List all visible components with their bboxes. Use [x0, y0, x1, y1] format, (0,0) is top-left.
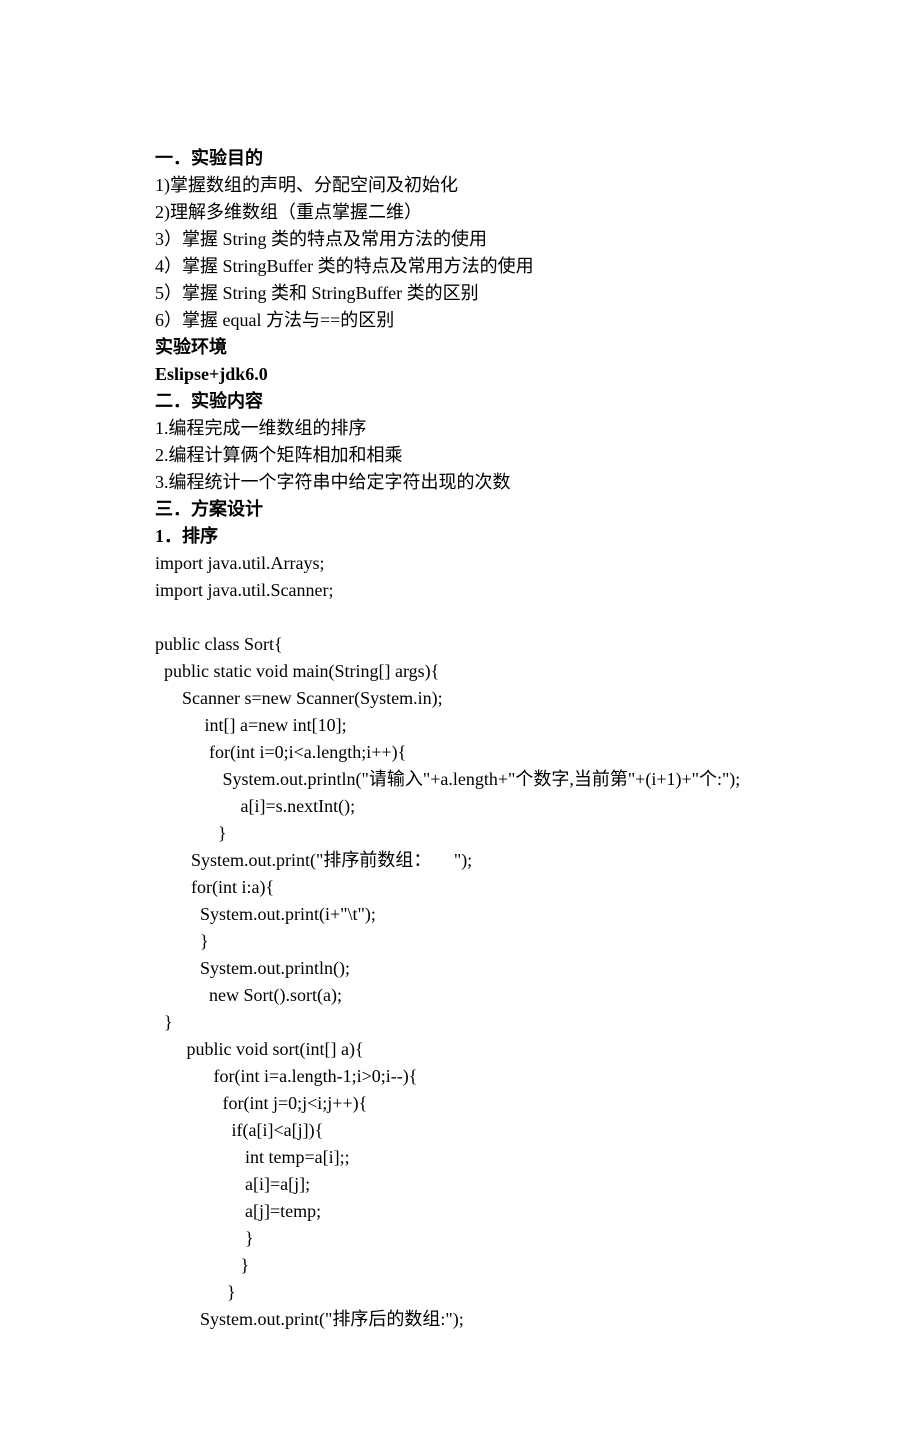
- text-line: System.out.print("排序后的数组:");: [155, 1306, 765, 1333]
- text-line: a[i]=a[j];: [155, 1171, 765, 1198]
- text-line: }: [155, 820, 765, 847]
- text-line: import java.util.Scanner;: [155, 577, 765, 604]
- text-line: }: [155, 1009, 765, 1036]
- text-line: 三．方案设计: [155, 496, 765, 523]
- text-line: a[i]=s.nextInt();: [155, 793, 765, 820]
- text-line: System.out.print("排序前数组： ");: [155, 847, 765, 874]
- text-line: if(a[i]<a[j]){: [155, 1117, 765, 1144]
- text-line: System.out.println("请输入"+a.length+"个数字,当…: [155, 766, 765, 793]
- text-line: 5）掌握 String 类和 StringBuffer 类的区别: [155, 280, 765, 307]
- text-line: 6）掌握 equal 方法与==的区别: [155, 307, 765, 334]
- text-line: System.out.println();: [155, 955, 765, 982]
- text-line: 3.编程统计一个字符串中给定字符出现的次数: [155, 469, 765, 496]
- text-line: public class Sort{: [155, 631, 765, 658]
- text-line: System.out.print(i+"\t");: [155, 901, 765, 928]
- text-line: for(int i=a.length-1;i>0;i--){: [155, 1063, 765, 1090]
- text-line: int[] a=new int[10];: [155, 712, 765, 739]
- text-line: for(int i:a){: [155, 874, 765, 901]
- text-line: for(int j=0;j<i;j++){: [155, 1090, 765, 1117]
- text-line: }: [155, 1225, 765, 1252]
- text-line: public void sort(int[] a){: [155, 1036, 765, 1063]
- text-line: import java.util.Arrays;: [155, 550, 765, 577]
- text-line: 1)掌握数组的声明、分配空间及初始化: [155, 172, 765, 199]
- text-line: 实验环境: [155, 334, 765, 361]
- text-line: }: [155, 928, 765, 955]
- text-line: 4）掌握 StringBuffer 类的特点及常用方法的使用: [155, 253, 765, 280]
- text-line: 2.编程计算俩个矩阵相加和相乘: [155, 442, 765, 469]
- text-line: Eslipse+jdk6.0: [155, 361, 765, 388]
- text-line: }: [155, 1252, 765, 1279]
- text-line: 二．实验内容: [155, 388, 765, 415]
- text-line: int temp=a[i];;: [155, 1144, 765, 1171]
- text-line: for(int i=0;i<a.length;i++){: [155, 739, 765, 766]
- text-line: new Sort().sort(a);: [155, 982, 765, 1009]
- text-line: 3）掌握 String 类的特点及常用方法的使用: [155, 226, 765, 253]
- text-line: 1．排序: [155, 523, 765, 550]
- text-line: 2)理解多维数组（重点掌握二维）: [155, 199, 765, 226]
- document-body: 一．实验目的1)掌握数组的声明、分配空间及初始化2)理解多维数组（重点掌握二维）…: [155, 145, 765, 1333]
- text-line: 一．实验目的: [155, 145, 765, 172]
- document-page: 一．实验目的1)掌握数组的声明、分配空间及初始化2)理解多维数组（重点掌握二维）…: [0, 0, 920, 1433]
- text-line: public static void main(String[] args){: [155, 658, 765, 685]
- text-line: 1.编程完成一维数组的排序: [155, 415, 765, 442]
- text-line: a[j]=temp;: [155, 1198, 765, 1225]
- text-line: Scanner s=new Scanner(System.in);: [155, 685, 765, 712]
- text-line: [155, 604, 765, 631]
